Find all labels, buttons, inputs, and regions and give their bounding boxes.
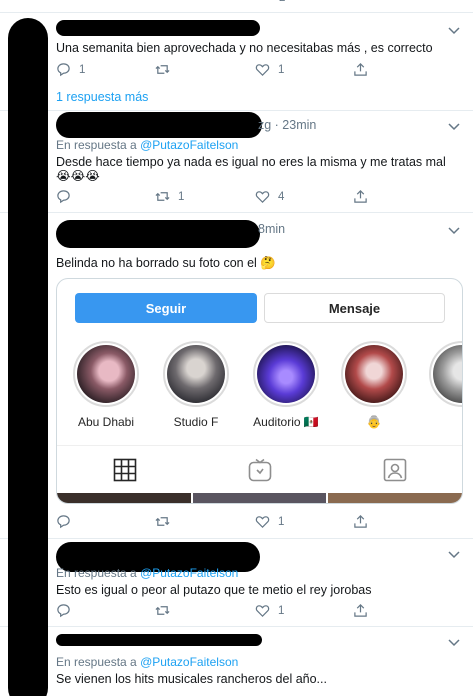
highlight-thumbnail [167,345,225,403]
reply-handle-link[interactable]: @PutazoFaitelson [140,138,238,152]
story-highlight[interactable] [427,341,462,415]
grid-icon[interactable] [113,458,137,482]
tweet-text: Se vienen los hits musicales rancheros d… [56,672,327,686]
chevron-down-icon[interactable] [447,548,461,562]
share-button[interactable] [353,514,368,529]
reply-handle-link[interactable]: @PutazoFaitelson [140,655,238,669]
redaction-bar [8,18,48,696]
story-highlight[interactable]: Auditorio 🇲🇽 [251,341,321,429]
show-more-replies-link[interactable]: 1 respuesta más [56,90,148,104]
heart-icon [255,64,270,76]
like-button[interactable]: 1 [255,603,284,618]
tweet-emoji: 😭😭😭 [56,169,100,183]
share-icon [354,63,367,76]
divider [0,212,473,213]
reply-button[interactable]: 1 [56,62,85,77]
redacted-name [56,20,260,36]
igtv-icon[interactable] [248,458,272,482]
retweet-button[interactable] [155,62,170,77]
like-count: 1 [278,604,285,617]
like-button[interactable]: 1 [255,514,284,529]
instagram-tab-bar [57,445,462,491]
redacted-name [56,634,262,646]
highlight-thumbnail [257,345,315,403]
reply-prefix: En respuesta a [56,566,137,580]
story-highlight[interactable]: 👵 [339,341,409,429]
reply-button[interactable] [56,603,71,618]
reply-icon [57,190,70,204]
reply-context: En respuesta a @PutazoFaitelson [56,566,238,580]
message-button[interactable]: Mensaje [264,293,445,323]
chevron-down-icon[interactable] [447,120,461,134]
tweet-text: Desde hace tiempo ya nada es igual no er… [56,155,446,169]
follow-button[interactable]: Seguir [75,293,257,323]
retweet-icon [155,606,170,615]
retweet-icon [155,517,170,526]
reply-icon [57,604,70,618]
redacted-name [56,112,262,138]
photo-grid-strip [57,493,462,503]
redacted-name [56,220,260,248]
tweet-text: Belinda no ha borrado su foto con el 🤔 [56,256,276,270]
heart-icon [255,605,270,617]
reply-icon [57,63,70,77]
chevron-down-icon[interactable] [447,224,461,238]
divider [0,538,473,539]
reply-handle-link[interactable]: @PutazoFaitelson [140,566,238,580]
share-icon [354,604,367,617]
tweet-timestamp[interactable]: 8min [258,222,285,236]
divider [0,110,473,111]
highlight-thumbnail [77,345,135,403]
chevron-down-icon[interactable] [447,636,461,650]
share-button[interactable] [353,603,368,618]
retweet-count: 1 [178,190,185,203]
retweet-button[interactable]: 1 [155,189,184,204]
reply-prefix: En respuesta a [56,138,137,152]
retweet-icon [155,192,170,201]
like-count: 1 [278,515,285,528]
retweet-icon [155,65,170,74]
retweet-button[interactable] [155,514,170,529]
embedded-instagram-card[interactable]: Seguir Mensaje Abu Dhabi Studio F Audito… [56,278,463,504]
tweet-timestamp[interactable]: zg · 23min [258,118,316,132]
share-button[interactable] [353,189,368,204]
divider [0,626,473,627]
share-icon [354,190,367,203]
reply-context: En respuesta a @PutazoFaitelson [56,138,238,152]
heart-icon [255,516,270,528]
like-button[interactable]: 4 [255,189,284,204]
highlight-thumbnail [345,345,403,403]
like-action-partial[interactable]: 2 [255,0,285,4]
like-count: 2 [279,0,285,4]
tweet-text: Una semanita bien aprovechada y no neces… [56,41,433,55]
highlight-label: 👵 [366,415,382,429]
reply-button[interactable] [56,189,71,204]
reply-count: 1 [79,63,86,76]
tweet-text: Esto es igual o peor al putazo que te me… [56,583,372,597]
like-count: 4 [278,190,285,203]
reply-prefix: En respuesta a [56,655,137,669]
highlight-label: Studio F [173,415,219,429]
divider [0,12,473,13]
reply-context: En respuesta a @PutazoFaitelson [56,655,238,669]
story-highlight[interactable]: Studio F [161,341,231,429]
highlight-thumbnail [433,345,462,403]
share-icon [354,515,367,528]
heart-icon [255,191,270,203]
highlight-label: Auditorio 🇲🇽 [253,415,319,429]
share-button[interactable] [353,62,368,77]
highlight-label: Abu Dhabi [77,415,135,429]
like-count: 1 [278,63,285,76]
reply-button[interactable] [56,514,71,529]
retweet-button[interactable] [155,603,170,618]
chevron-down-icon[interactable] [447,24,461,38]
like-button[interactable]: 1 [255,62,284,77]
reply-icon [57,515,70,529]
tagged-icon[interactable] [383,458,407,482]
story-highlight[interactable]: Abu Dhabi [71,341,141,429]
